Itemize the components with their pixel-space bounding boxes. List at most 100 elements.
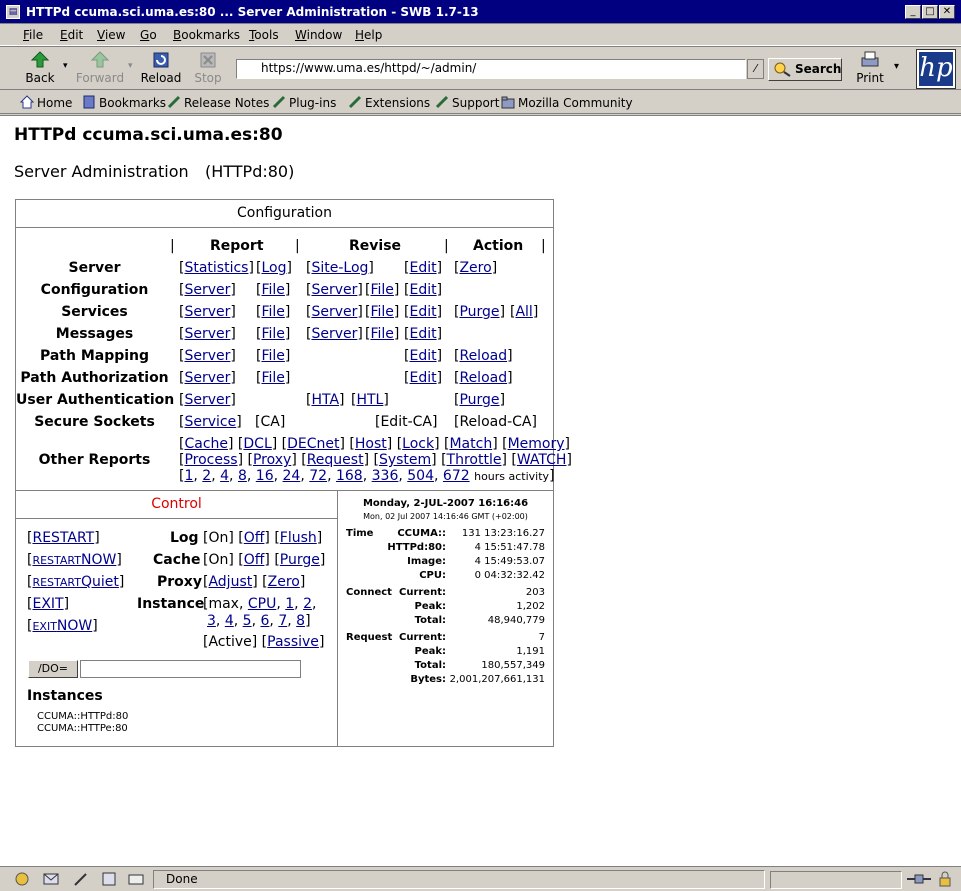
log-flush-link[interactable]: Flush — [280, 530, 317, 546]
url-dropdown-icon[interactable]: ⁄ — [747, 59, 764, 79]
messages-report-server-link[interactable]: [Server] — [179, 326, 236, 342]
server-zero-link[interactable]: [Zero] — [454, 260, 497, 276]
report-dcl-link[interactable]: DCL — [243, 436, 271, 452]
path-auth-file-link[interactable]: [File] — [256, 370, 290, 386]
bookmark-support[interactable]: Support — [435, 95, 499, 110]
navigator-icon[interactable] — [14, 871, 30, 887]
services-all-link[interactable]: [All] — [510, 304, 538, 320]
server-statistics-link[interactable]: [Statistics] — [179, 260, 254, 276]
exit-link[interactable]: [EXIT] — [27, 596, 69, 612]
report-process-link[interactable]: Process — [184, 452, 237, 468]
hours-504-link[interactable]: 504 — [407, 468, 434, 484]
configuration-report-file-link[interactable]: [File] — [256, 282, 290, 298]
report-throttle-link[interactable]: Throttle — [447, 452, 502, 468]
menu-go[interactable]: Go — [140, 28, 157, 42]
server-log-link[interactable]: [Log] — [256, 260, 292, 276]
instance-4-link[interactable]: 4 — [225, 613, 234, 629]
hours-4-link[interactable]: 4 — [220, 468, 229, 484]
hours-72-link[interactable]: 72 — [309, 468, 327, 484]
user-auth-hta-link[interactable]: [HTA] — [306, 392, 345, 408]
cache-purge-link[interactable]: Purge — [280, 552, 320, 568]
close-button[interactable]: ✕ — [939, 5, 955, 19]
hours-8-link[interactable]: 8 — [238, 468, 247, 484]
instance-3-link[interactable]: 3 — [207, 613, 216, 629]
menu-tools[interactable]: Tools — [249, 28, 279, 42]
print-options-chevron-icon[interactable]: ▾ — [894, 61, 899, 72]
back-button[interactable]: Back — [20, 50, 60, 88]
instance-6-link[interactable]: 6 — [260, 613, 269, 629]
url-input[interactable]: https://www.uma.es/httpd/~/admin/ — [236, 59, 746, 79]
online-connection-icon[interactable] — [906, 871, 932, 887]
hours-336-link[interactable]: 336 — [372, 468, 399, 484]
hours-1-link[interactable]: 1 — [184, 468, 193, 484]
messages-revise-server-link[interactable]: [Server] — [306, 326, 363, 342]
services-edit-link[interactable]: [Edit] — [404, 304, 442, 320]
report-match-link[interactable]: Match — [449, 436, 492, 452]
services-purge-link[interactable]: [Purge] — [454, 304, 505, 320]
path-auth-edit-link[interactable]: [Edit] — [404, 370, 442, 386]
hours-168-link[interactable]: 168 — [336, 468, 363, 484]
hours-672-link[interactable]: 672 — [443, 468, 470, 484]
hours-24-link[interactable]: 24 — [283, 468, 301, 484]
instance-1-link[interactable]: 1 — [285, 596, 294, 612]
report-request-link[interactable]: Request — [307, 452, 364, 468]
bookmark-mozilla-community[interactable]: Mozilla Community — [501, 95, 633, 110]
restart-now-link[interactable]: [RESTARTNOW] — [27, 552, 122, 568]
menu-file[interactable]: File — [23, 28, 43, 42]
composer-icon[interactable] — [73, 871, 89, 887]
bookmark-home[interactable]: Home — [20, 95, 72, 110]
user-auth-purge-link[interactable]: [Purge] — [454, 392, 505, 408]
report-system-link[interactable]: System — [379, 452, 431, 468]
server-site-log-link[interactable]: [Site-Log] — [306, 260, 374, 276]
configuration-revise-server-link[interactable]: [Server] — [306, 282, 363, 298]
proxy-adjust-link[interactable]: Adjust — [208, 574, 252, 590]
maximize-button[interactable]: □ — [922, 5, 938, 19]
address-book-icon[interactable] — [101, 871, 117, 887]
log-off-link[interactable]: Off — [244, 530, 265, 546]
bookmark-bookmarks[interactable]: Bookmarks — [82, 95, 166, 110]
report-memory-link[interactable]: Memory — [508, 436, 565, 452]
instance-8-link[interactable]: 8 — [296, 613, 305, 629]
configuration-report-server-link[interactable]: [Server] — [179, 282, 236, 298]
restart-link[interactable]: [RESTART] — [27, 530, 100, 546]
bookmark-plugins[interactable]: Plug-ins — [272, 95, 336, 110]
server-edit-link[interactable]: [Edit] — [404, 260, 442, 276]
back-history-chevron-icon[interactable]: ▾ — [63, 61, 68, 71]
menu-bookmarks[interactable]: Bookmarks — [173, 28, 240, 42]
do-command-button[interactable]: /DO= — [28, 660, 78, 678]
path-auth-reload-link[interactable]: [Reload] — [454, 370, 513, 386]
security-lock-icon[interactable] — [937, 871, 953, 887]
report-lock-link[interactable]: Lock — [402, 436, 434, 452]
menu-help[interactable]: Help — [355, 28, 382, 42]
messages-revise-file-link[interactable]: [File] — [365, 326, 399, 342]
hours-16-link[interactable]: 16 — [256, 468, 274, 484]
configuration-edit-link[interactable]: [Edit] — [404, 282, 442, 298]
messages-edit-link[interactable]: [Edit] — [404, 326, 442, 342]
report-cache-link[interactable]: Cache — [184, 436, 228, 452]
instance-cpu-link[interactable]: CPU — [248, 596, 276, 612]
user-auth-htl-link[interactable]: [HTL] — [351, 392, 389, 408]
path-auth-server-link[interactable]: [Server] — [179, 370, 236, 386]
do-command-input[interactable] — [80, 660, 301, 678]
instance-7-link[interactable]: 7 — [278, 613, 287, 629]
mail-icon[interactable] — [43, 871, 59, 887]
reload-button[interactable]: Reload — [138, 50, 184, 88]
secure-sockets-service-link[interactable]: [Service] — [179, 414, 242, 430]
services-revise-file-link[interactable]: [File] — [365, 304, 399, 320]
print-button[interactable]: Print — [852, 50, 888, 88]
irc-chat-icon[interactable] — [128, 871, 144, 887]
menu-view[interactable]: View — [97, 28, 125, 42]
instance-passive-link[interactable]: Passive — [267, 634, 319, 650]
report-proxy-link[interactable]: Proxy — [253, 452, 291, 468]
bookmark-extensions[interactable]: Extensions — [348, 95, 430, 110]
exit-now-link[interactable]: [EXITNOW] — [27, 618, 98, 634]
restart-quiet-link[interactable]: [RESTARTQuiet] — [27, 574, 124, 590]
services-report-file-link[interactable]: [File] — [256, 304, 290, 320]
path-mapping-edit-link[interactable]: [Edit] — [404, 348, 442, 364]
menu-window[interactable]: Window — [295, 28, 342, 42]
instance-5-link[interactable]: 5 — [243, 613, 252, 629]
proxy-zero-link[interactable]: Zero — [268, 574, 300, 590]
services-report-server-link[interactable]: [Server] — [179, 304, 236, 320]
report-decnet-link[interactable]: DECnet — [287, 436, 339, 452]
hp-logo[interactable]: hp — [916, 49, 956, 89]
